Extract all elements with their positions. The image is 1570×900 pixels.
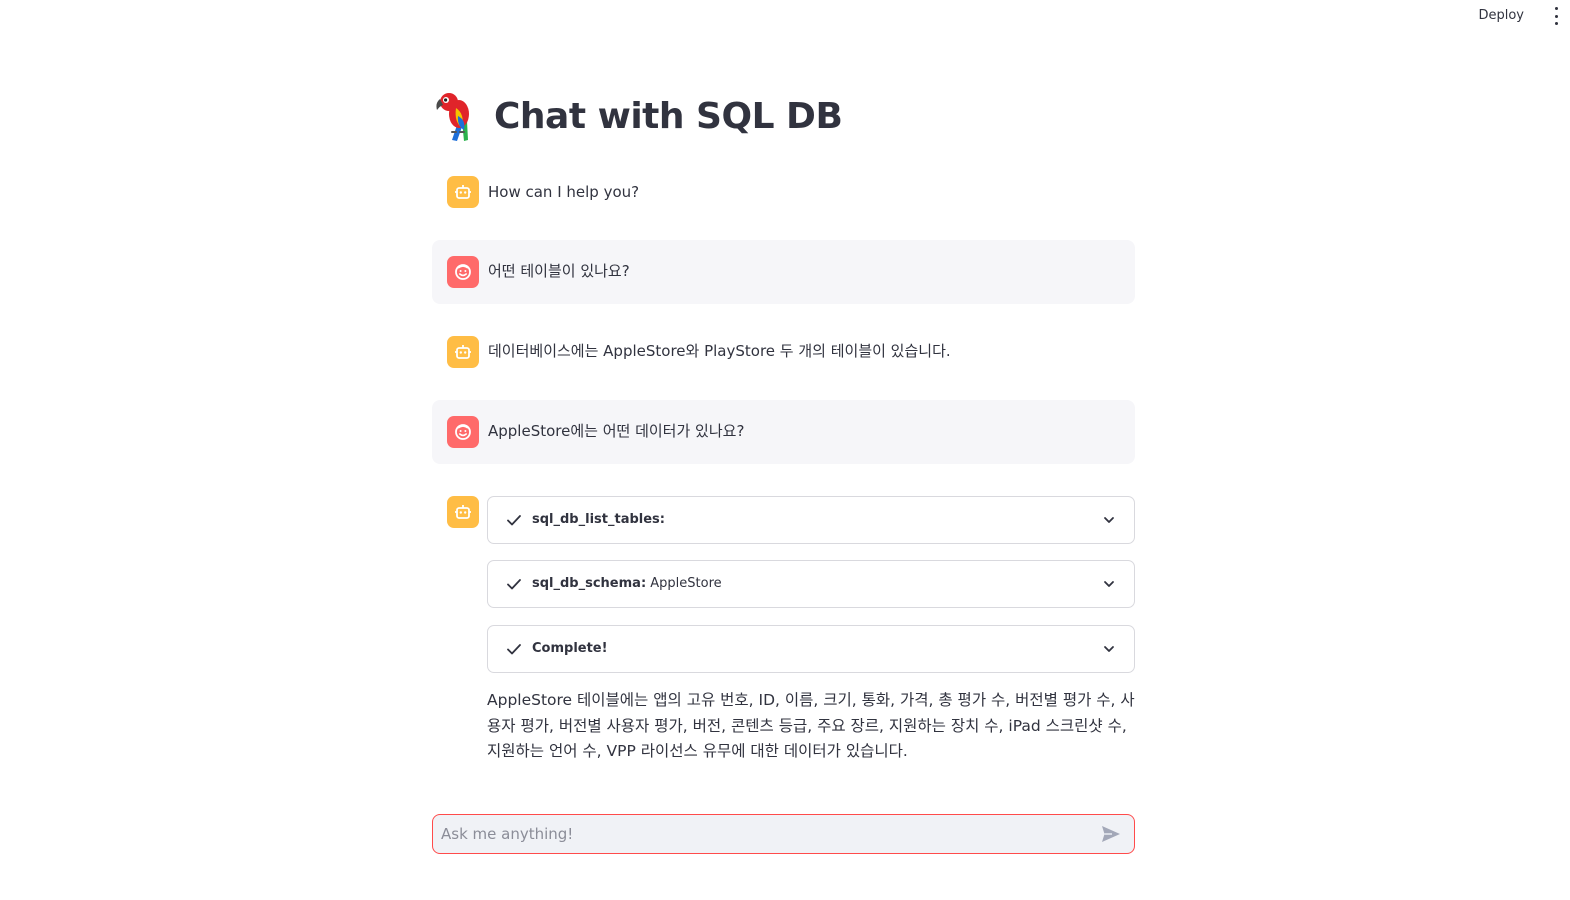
step-arg: AppleStore [646, 576, 722, 591]
page-header: Chat with SQL DB [432, 88, 843, 144]
answer-text: AppleStore 테이블에는 앱의 고유 번호, ID, 이름, 크기, 통… [487, 691, 1135, 760]
robot-icon [447, 496, 479, 528]
step-label: Complete! [532, 639, 608, 659]
check-icon [507, 515, 521, 526]
step-name: sql_db_schema: [532, 576, 647, 591]
kebab-menu-icon[interactable] [1553, 7, 1559, 25]
step-name: Complete! [532, 641, 608, 656]
robot-icon [447, 176, 479, 208]
user-message: AppleStore에는 어떤 데이터가 있나요? [432, 400, 1135, 464]
step-name: sql_db_list_tables: [532, 512, 665, 527]
tool-step-expander[interactable]: sql_db_schema: AppleStore [487, 560, 1135, 608]
chat-input-container [432, 814, 1135, 854]
top-toolbar: Deploy [0, 0, 1570, 32]
message-text: 데이터베이스에는 AppleStore와 PlayStore 두 개의 테이블이… [488, 342, 951, 360]
assistant-message: How can I help you? [432, 175, 1135, 211]
chevron-down-icon [1104, 646, 1114, 652]
deploy-button[interactable]: Deploy [1474, 6, 1528, 25]
send-icon[interactable] [1100, 824, 1122, 844]
user-message: 어떤 테이블이 있나요? [432, 240, 1135, 304]
page-title: Chat with SQL DB [494, 95, 843, 137]
step-label: sql_db_list_tables: [532, 510, 665, 530]
message-text: How can I help you? [488, 183, 640, 201]
chevron-down-icon [1104, 517, 1114, 523]
tool-step-expander[interactable]: sql_db_list_tables: [487, 496, 1135, 544]
message-text: AppleStore에는 어떤 데이터가 있나요? [488, 422, 745, 440]
smiley-icon [447, 256, 479, 288]
chevron-down-icon [1104, 581, 1114, 587]
chat-input[interactable] [441, 815, 1081, 853]
step-label: sql_db_schema: AppleStore [532, 574, 722, 594]
check-icon [507, 644, 521, 655]
parrot-icon [436, 93, 469, 141]
robot-icon [447, 336, 479, 368]
assistant-message: 데이터베이스에는 AppleStore와 PlayStore 두 개의 테이블이… [432, 335, 1135, 371]
smiley-icon [447, 416, 479, 448]
tool-step-expander[interactable]: Complete! [487, 625, 1135, 673]
check-icon [507, 579, 521, 590]
message-text: 어떤 테이블이 있나요? [488, 262, 630, 280]
